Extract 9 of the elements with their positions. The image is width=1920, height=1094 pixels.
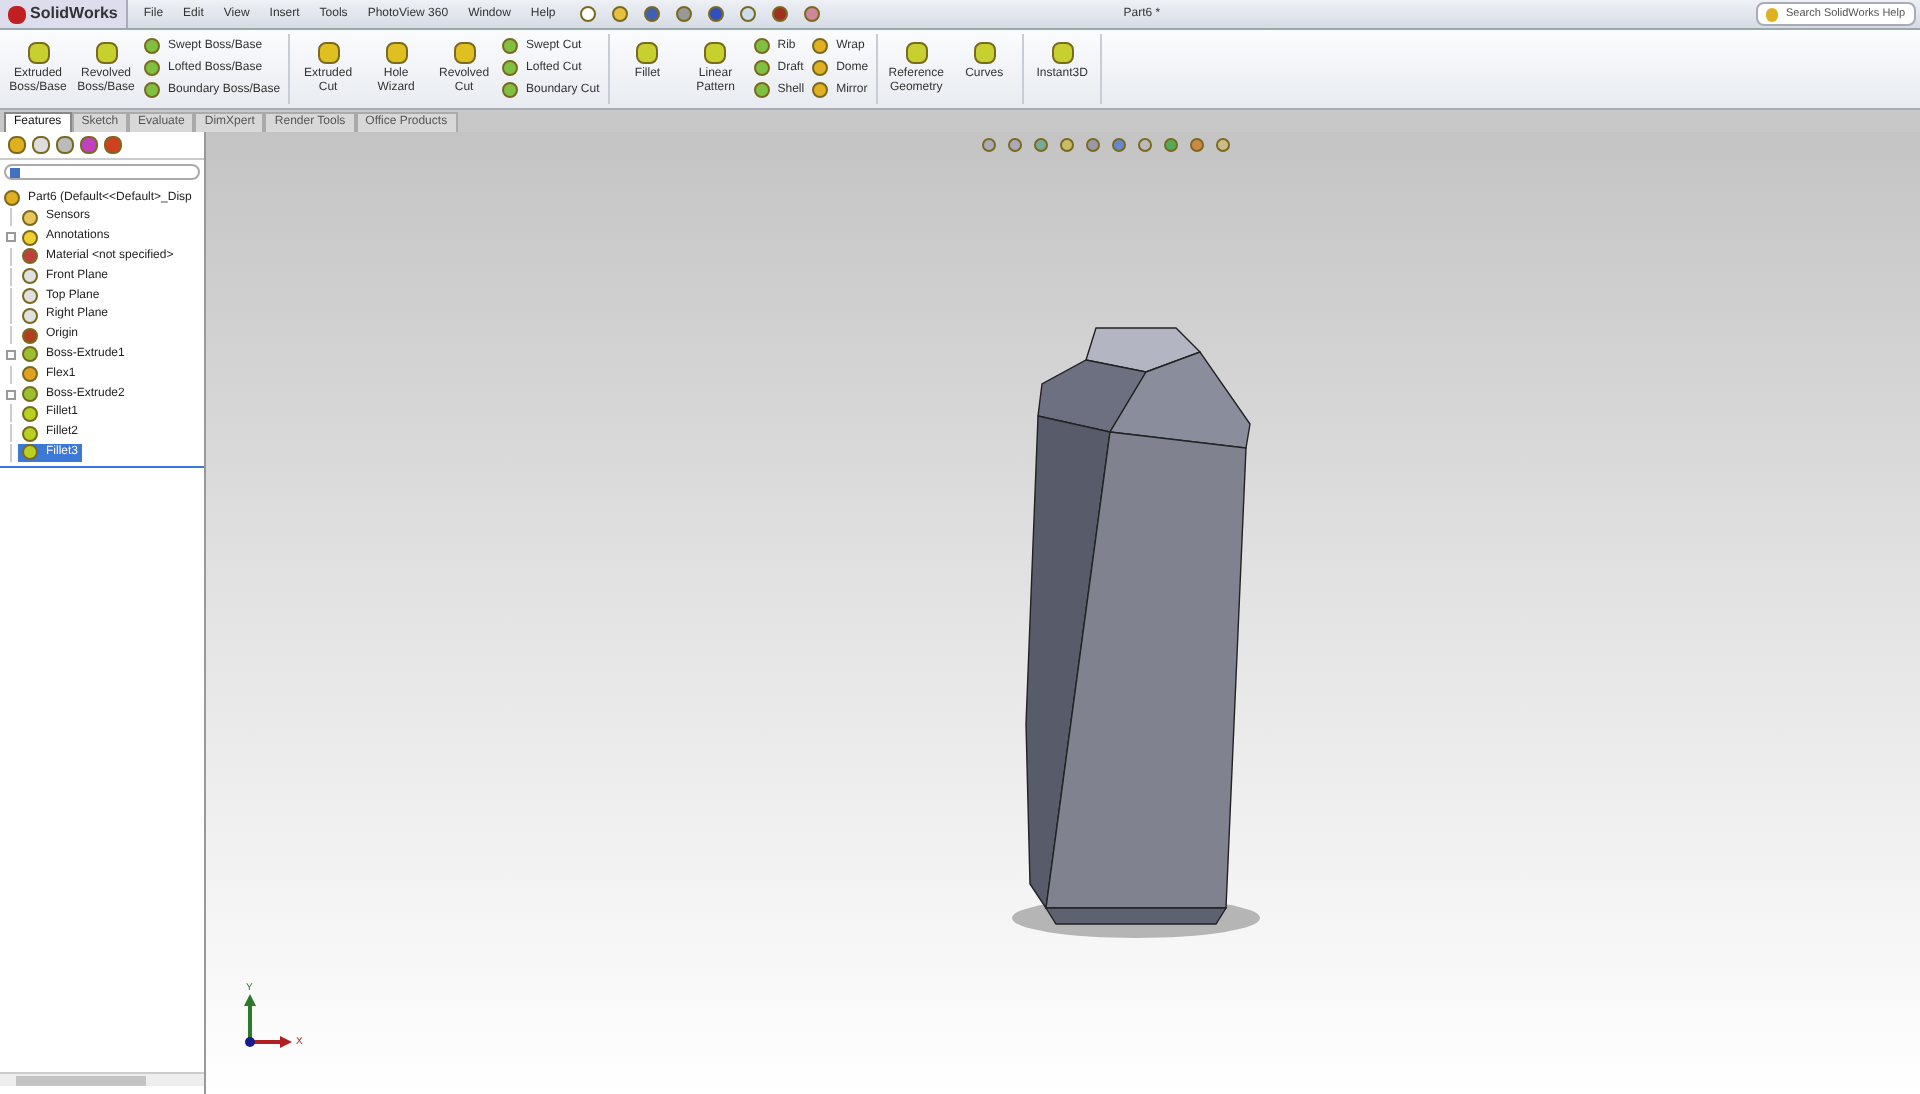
filter-icon <box>10 167 20 177</box>
expand-icon[interactable] <box>6 349 16 360</box>
logo-icon <box>8 5 26 23</box>
axis-triad-icon <box>242 994 294 1050</box>
horizontal-scrollbar[interactable] <box>0 1072 204 1086</box>
expand-icon[interactable] <box>6 389 16 400</box>
filter-field[interactable] <box>4 164 200 180</box>
app-logo: SolidWorks <box>0 0 128 28</box>
expand-icon[interactable] <box>6 232 16 243</box>
